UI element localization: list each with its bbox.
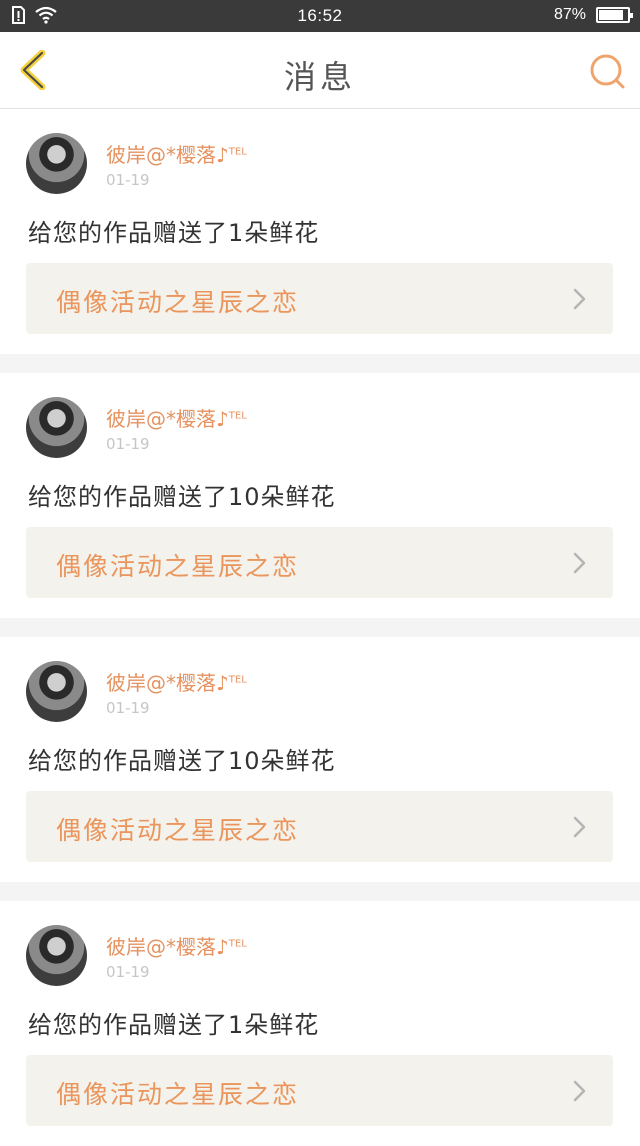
chevron-right-icon [573, 816, 586, 838]
status-time: 16:52 [297, 6, 343, 25]
chevron-right-icon [573, 1080, 586, 1102]
username-badge: TEL [228, 146, 247, 158]
activity-title: 偶像活动之星辰之恋 [56, 288, 300, 317]
message-card: 彼岸@*樱落♪TEL 01-19 给您的作品赠送了1朵鲜花 偶像活动之星辰之恋 [0, 901, 640, 1146]
message-date: 01-19 [106, 699, 150, 717]
status-bar: 16:52 87% [0, 0, 640, 32]
message-date: 01-19 [106, 963, 150, 981]
activity-link[interactable]: 偶像活动之星辰之恋 [26, 263, 613, 334]
avatar[interactable] [26, 397, 87, 458]
activity-link[interactable]: 偶像活动之星辰之恋 [26, 527, 613, 598]
battery-icon [596, 7, 633, 23]
avatar[interactable] [26, 925, 87, 986]
nav-bar: 消息 [0, 32, 640, 109]
username-badge: TEL [228, 938, 247, 950]
username[interactable]: 彼岸@*樱落♪TEL [106, 667, 247, 696]
status-icons-right: 87% [553, 6, 633, 24]
message-list: 彼岸@*樱落♪TEL 01-19 给您的作品赠送了1朵鲜花 偶像活动之星辰之恋 … [0, 109, 640, 1146]
message-card: 彼岸@*樱落♪TEL 01-19 给您的作品赠送了10朵鲜花 偶像活动之星辰之恋 [0, 373, 640, 618]
message-text: 给您的作品赠送了10朵鲜花 [28, 483, 336, 511]
message-date: 01-19 [106, 435, 150, 453]
message-text: 给您的作品赠送了10朵鲜花 [28, 747, 336, 775]
username[interactable]: 彼岸@*樱落♪TEL [106, 403, 247, 432]
message-card: 彼岸@*樱落♪TEL 01-19 给您的作品赠送了10朵鲜花 偶像活动之星辰之恋 [0, 637, 640, 882]
activity-title: 偶像活动之星辰之恋 [56, 552, 300, 581]
activity-link[interactable]: 偶像活动之星辰之恋 [26, 791, 613, 862]
avatar[interactable] [26, 661, 87, 722]
activity-title: 偶像活动之星辰之恋 [56, 816, 300, 845]
username-badge: TEL [228, 674, 247, 686]
activity-title: 偶像活动之星辰之恋 [56, 1080, 300, 1109]
message-date: 01-19 [106, 171, 150, 189]
activity-link[interactable]: 偶像活动之星辰之恋 [26, 1055, 613, 1126]
search-icon[interactable] [588, 52, 626, 90]
message-text: 给您的作品赠送了1朵鲜花 [28, 219, 320, 247]
chevron-right-icon [573, 552, 586, 574]
avatar[interactable] [26, 133, 87, 194]
battery-percent: 87% [553, 6, 586, 23]
username[interactable]: 彼岸@*樱落♪TEL [106, 931, 247, 960]
battery-fill [599, 10, 624, 20]
chevron-right-icon [573, 288, 586, 310]
username[interactable]: 彼岸@*樱落♪TEL [106, 139, 247, 168]
message-text: 给您的作品赠送了1朵鲜花 [28, 1011, 320, 1039]
message-card: 彼岸@*樱落♪TEL 01-19 给您的作品赠送了1朵鲜花 偶像活动之星辰之恋 [0, 109, 640, 354]
page-title: 消息 [283, 58, 356, 96]
username-badge: TEL [228, 410, 247, 422]
